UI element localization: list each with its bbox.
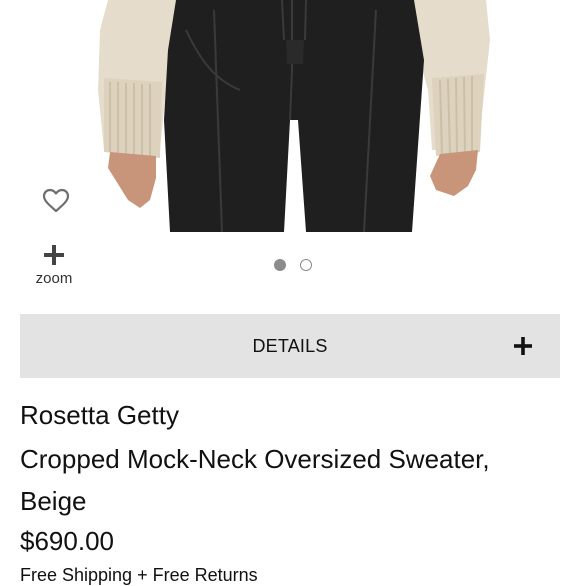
product-price: $690.00 (20, 526, 114, 556)
wishlist-button[interactable] (42, 188, 70, 214)
carousel-dot-2[interactable] (300, 259, 312, 271)
brand-name[interactable]: Rosetta Getty (20, 400, 179, 430)
plus-icon (44, 245, 64, 265)
plus-icon (514, 337, 532, 355)
product-image[interactable] (0, 0, 580, 232)
zoom-label: zoom (35, 270, 73, 287)
details-accordion[interactable]: DETAILS (20, 314, 560, 378)
carousel-dots (274, 259, 312, 275)
details-label: DETAILS (252, 336, 328, 356)
zoom-button[interactable]: zoom (28, 240, 80, 292)
product-title: Cropped Mock-Neck Oversized Sweater, Bei… (20, 444, 490, 516)
carousel-dot-1[interactable] (274, 259, 286, 271)
heart-icon (42, 188, 70, 213)
shipping-info: Free Shipping + Free Returns (20, 565, 258, 585)
